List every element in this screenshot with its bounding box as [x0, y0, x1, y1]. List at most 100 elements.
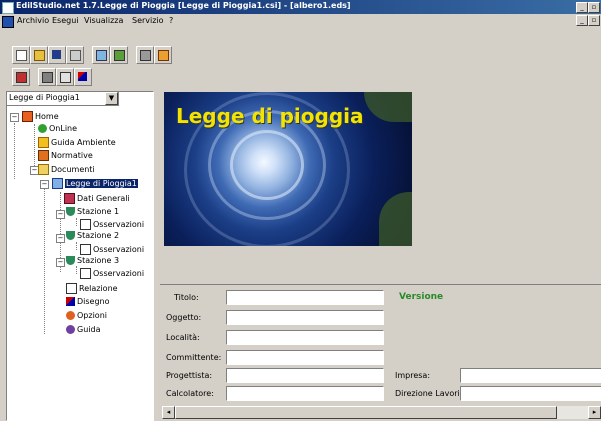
chart-icon — [78, 72, 87, 81]
chevron-down-icon[interactable]: ▼ — [105, 92, 118, 105]
export-icon — [140, 50, 151, 61]
tree-node-disegno[interactable]: Disegno — [66, 297, 110, 306]
tree-node-guida[interactable]: Guida — [66, 325, 100, 334]
scroll-left-button[interactable]: ◂ — [162, 406, 175, 419]
versione-label: Versione — [399, 292, 444, 302]
scroll-thumb[interactable] — [175, 406, 557, 419]
preview-icon — [96, 50, 107, 61]
toolbar-main — [6, 44, 206, 64]
table-icon — [80, 268, 91, 279]
tree-node-guida-ambiente[interactable]: Guida Ambiente — [38, 137, 116, 148]
calcolatore-input[interactable] — [226, 386, 384, 401]
open-button[interactable] — [30, 46, 48, 64]
app-icon — [2, 2, 14, 14]
localita-input[interactable] — [226, 330, 384, 345]
tree-node-online[interactable]: OnLine — [38, 124, 77, 133]
direzione-lavori-input[interactable] — [460, 386, 601, 401]
tree-node-documenti[interactable]: Documenti — [38, 164, 95, 175]
tree-node-stazione-2[interactable]: Stazione 2 — [66, 231, 119, 240]
tree-node-osservazioni-2[interactable]: Osservazioni — [80, 244, 144, 255]
collapse-stazione1-toggle[interactable]: − — [56, 210, 65, 219]
new-button[interactable] — [12, 46, 30, 64]
document-selector[interactable]: Legge di Pioggia1 ▼ — [6, 91, 119, 106]
drawing-icon — [66, 297, 75, 306]
tree-node-normative[interactable]: Normative — [38, 150, 93, 161]
tree-node-relazione[interactable]: Relazione — [66, 283, 118, 294]
toolbar-secondary — [6, 66, 126, 86]
menu-bar: Archivio Esegui Visualizza Servizio ? _ … — [0, 14, 601, 28]
tree-connector — [76, 242, 77, 250]
report-icon — [66, 283, 77, 294]
tree-connector — [76, 266, 77, 274]
impresa-label: Impresa: — [395, 371, 431, 380]
data-icon — [64, 193, 75, 204]
folder-open-icon — [38, 164, 49, 175]
menu-archivio[interactable]: Archivio — [17, 16, 49, 25]
minimize-button[interactable]: _ — [576, 2, 588, 13]
window-title: EdilStudio.net 1.7.Legge di Pioggia [Leg… — [16, 1, 351, 10]
collapse-home-toggle[interactable]: − — [10, 113, 19, 122]
menu-help[interactable]: ? — [169, 16, 173, 25]
menu-esegui[interactable]: Esegui — [52, 16, 79, 25]
document-icon[interactable] — [2, 16, 14, 28]
tree-node-stazione-1[interactable]: Stazione 1 — [66, 207, 119, 216]
collapse-legge-toggle[interactable]: − — [40, 180, 49, 189]
tool-icon — [114, 50, 125, 61]
mdi-maximize-button[interactable]: ▫ — [588, 15, 600, 26]
tree-node-home[interactable]: Home — [22, 111, 59, 122]
help-icon — [66, 325, 75, 334]
warning-icon — [38, 137, 49, 148]
menu-visualizza[interactable]: Visualizza — [84, 16, 123, 25]
mdi-minimize-button[interactable]: _ — [576, 15, 588, 26]
home-icon — [22, 111, 33, 122]
maximize-button[interactable]: ▫ — [588, 2, 600, 13]
floppy-icon — [52, 50, 61, 59]
page-button[interactable] — [56, 68, 74, 86]
preview-button[interactable] — [92, 46, 110, 64]
tree-node-osservazioni-1[interactable]: Osservazioni — [80, 219, 144, 230]
committente-input[interactable] — [226, 350, 384, 365]
oggetto-input[interactable] — [226, 310, 384, 325]
tree-node-stazione-3[interactable]: Stazione 3 — [66, 256, 119, 265]
tree-node-legge-di-pioggia[interactable]: Legge di Pioggia1 — [52, 178, 138, 189]
tree-connector — [44, 180, 45, 334]
doc-button[interactable] — [38, 68, 56, 86]
print-button[interactable] — [66, 46, 84, 64]
document-icon — [42, 72, 53, 83]
printer-icon — [70, 50, 81, 61]
collapse-stazione3-toggle[interactable]: − — [56, 258, 65, 267]
horizontal-scrollbar[interactable]: ◂ ▸ — [162, 406, 601, 419]
calcolatore-label: Calcolatore: — [166, 389, 214, 398]
folder-icon — [34, 50, 45, 61]
tree-node-dati-generali[interactable]: Dati Generali — [64, 193, 130, 204]
impresa-input[interactable] — [460, 368, 601, 383]
calculator-icon — [16, 72, 27, 83]
committente-label: Committente: — [166, 353, 222, 362]
direzione-lavori-label: Direzione Lavori: — [395, 389, 463, 398]
home-button[interactable] — [154, 46, 172, 64]
chart-button[interactable] — [74, 68, 92, 86]
banner-title: Legge di pioggia — [176, 104, 364, 128]
progettista-input[interactable] — [226, 368, 384, 383]
calc-button[interactable] — [12, 68, 30, 86]
tree-node-opzioni[interactable]: Opzioni — [66, 311, 107, 320]
localita-label: Località: — [166, 333, 200, 342]
page-icon — [60, 72, 71, 83]
scroll-right-button[interactable]: ▸ — [588, 406, 601, 419]
export-button[interactable] — [136, 46, 154, 64]
tool-button[interactable] — [110, 46, 128, 64]
tree-connector — [76, 218, 77, 226]
table-icon — [80, 219, 91, 230]
station-icon — [66, 231, 75, 240]
banner-land — [364, 92, 412, 122]
normative-icon — [38, 150, 49, 161]
new-file-icon — [16, 50, 27, 61]
collapse-stazione2-toggle[interactable]: − — [56, 234, 65, 243]
tree-connector — [34, 124, 35, 170]
home-icon — [158, 50, 169, 61]
table-icon — [80, 244, 91, 255]
menu-servizio[interactable]: Servizio — [132, 16, 164, 25]
tree-node-osservazioni-3[interactable]: Osservazioni — [80, 268, 144, 279]
titolo-input[interactable] — [226, 290, 384, 305]
save-button[interactable] — [48, 46, 66, 64]
